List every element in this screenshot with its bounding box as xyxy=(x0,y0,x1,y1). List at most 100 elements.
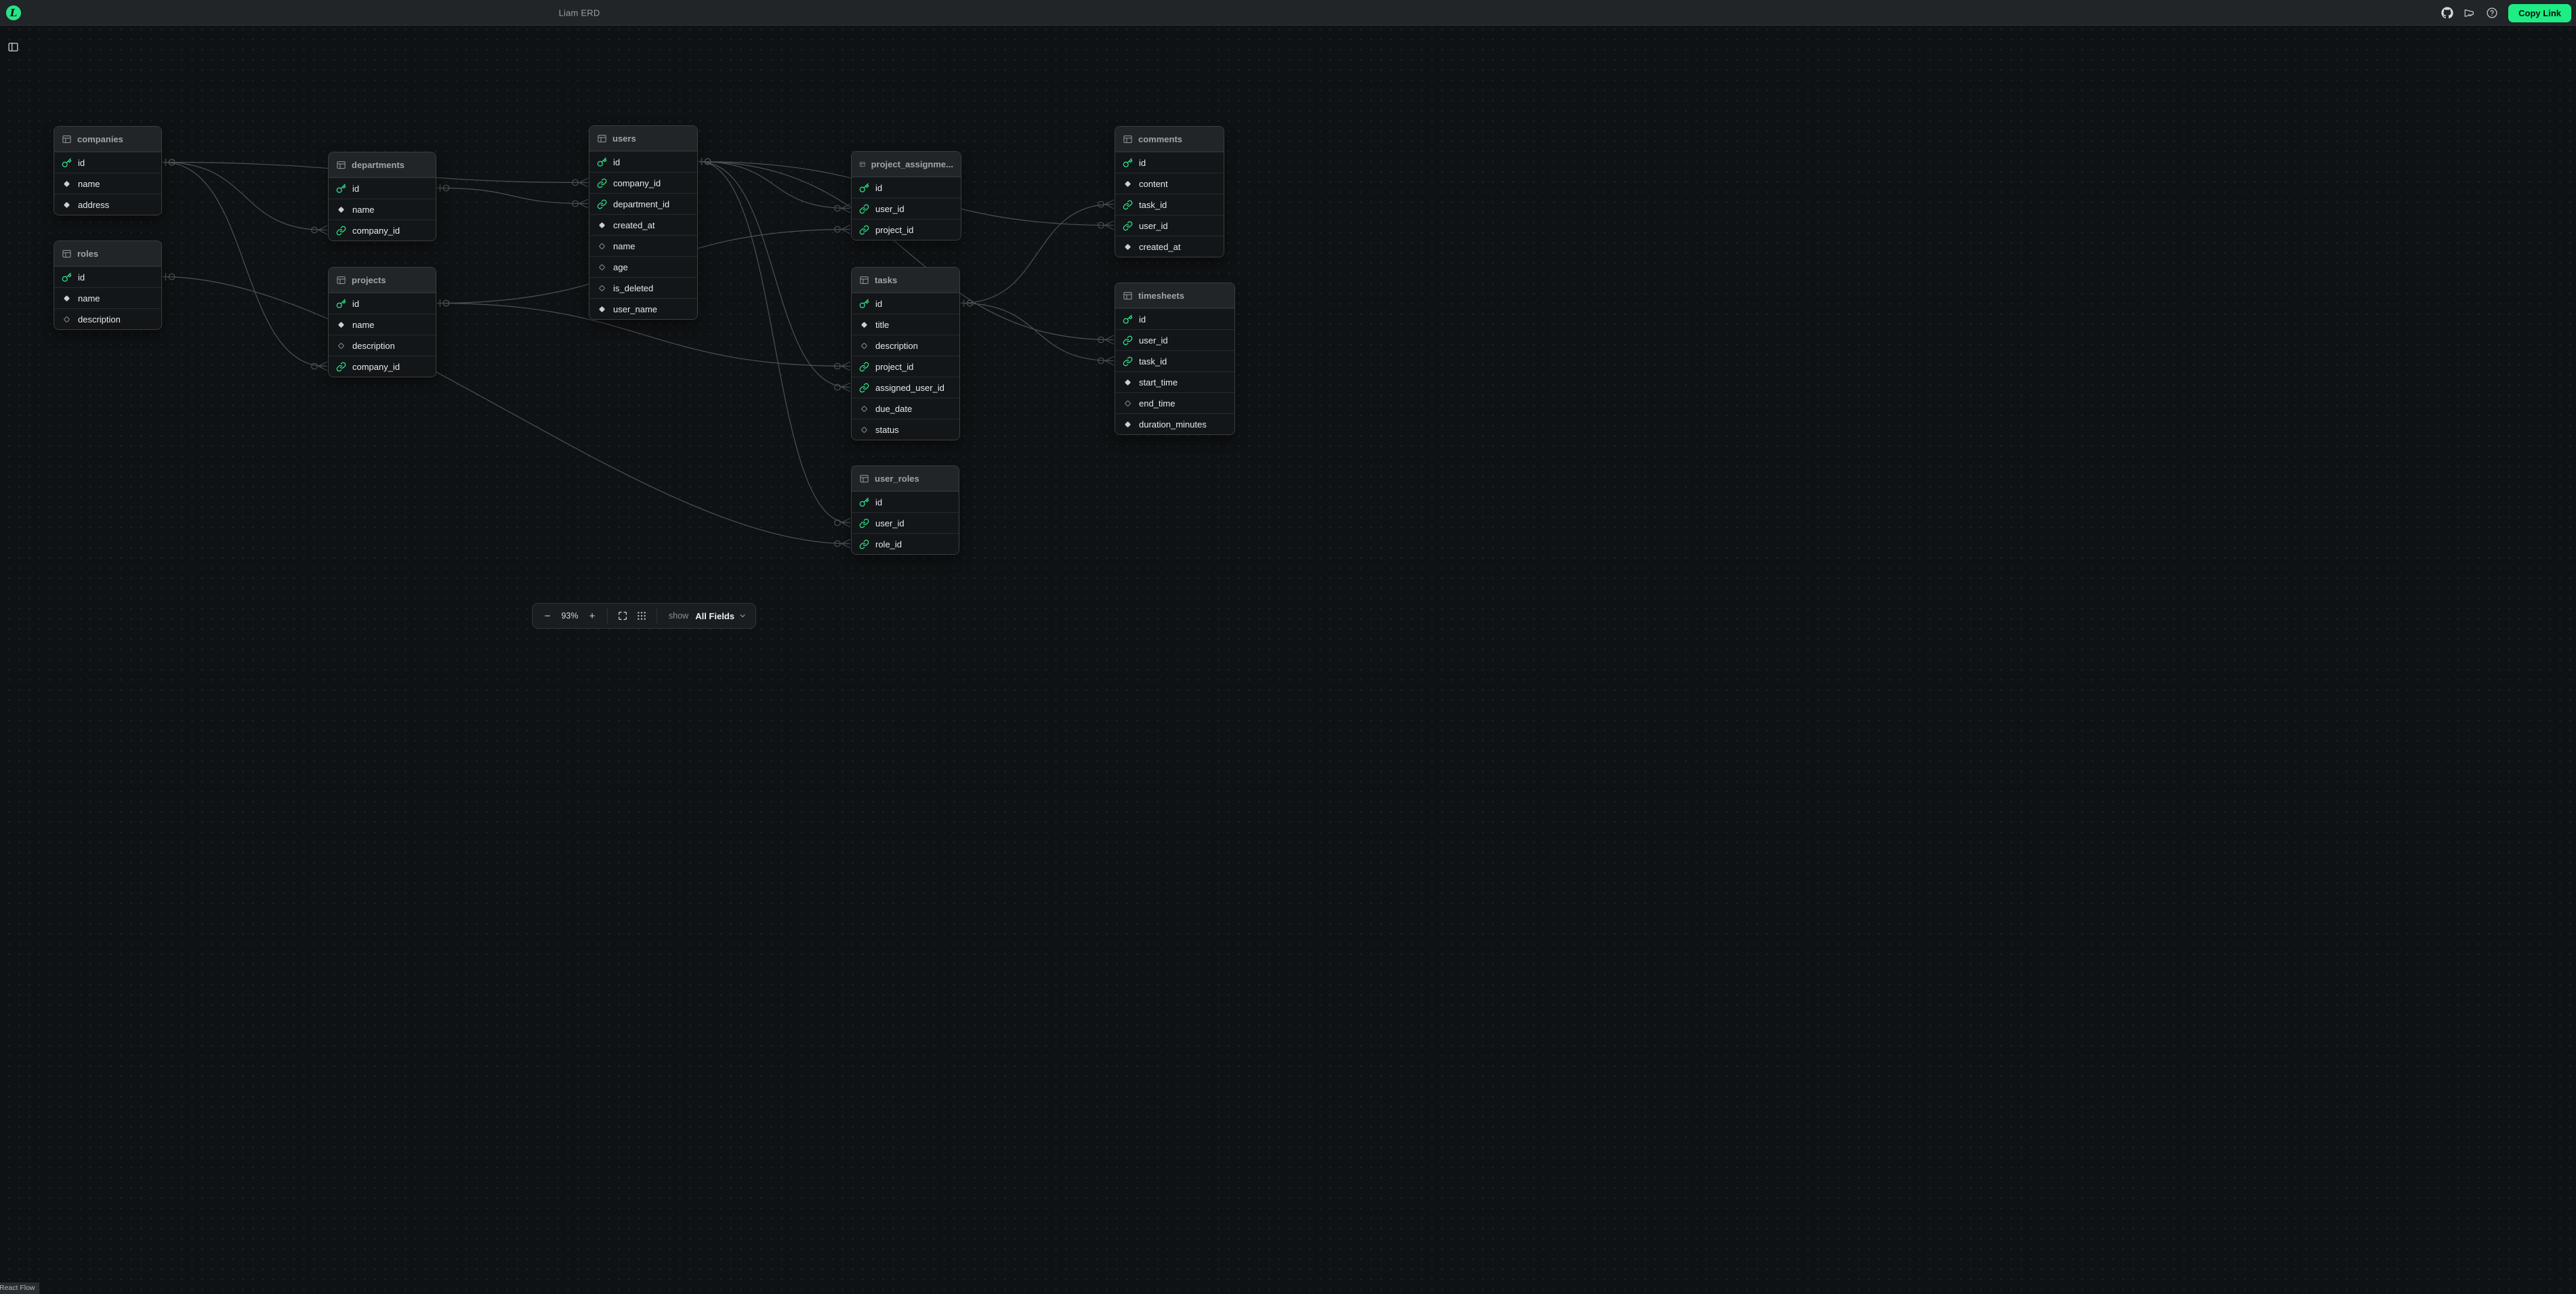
react-flow-attribution[interactable]: React Flow xyxy=(0,1282,39,1294)
field-row-timesheets-id[interactable]: id xyxy=(1115,308,1234,329)
erd-table-project_assignments[interactable]: project_assignme...iduser_idproject_id xyxy=(851,151,961,241)
field-row-roles-id[interactable]: id xyxy=(54,266,161,287)
navbar-actions: Copy Link xyxy=(2441,0,2571,26)
liam-logo-icon[interactable]: L xyxy=(6,5,21,20)
field-row-project_assignments-user_id[interactable]: user_id xyxy=(852,198,961,219)
not-null-diamond-icon xyxy=(598,305,606,314)
field-row-user_roles-id[interactable]: id xyxy=(852,491,959,512)
table-header-tasks[interactable]: tasks xyxy=(852,268,959,293)
edge-marker xyxy=(842,544,850,549)
field-row-users-company_id[interactable]: company_id xyxy=(589,172,697,193)
table-header-users[interactable]: users xyxy=(589,126,697,151)
field-row-projects-name[interactable]: name xyxy=(329,314,436,335)
table-header-roles[interactable]: roles xyxy=(54,241,161,266)
field-row-comments-created_at[interactable]: created_at xyxy=(1115,236,1224,257)
field-row-users-id[interactable]: id xyxy=(589,151,697,172)
field-row-timesheets-user_id[interactable]: user_id xyxy=(1115,329,1234,350)
field-row-departments-id[interactable]: id xyxy=(329,178,436,199)
erd-table-roles[interactable]: rolesidnamedescription xyxy=(54,241,162,330)
field-row-departments-name[interactable]: name xyxy=(329,199,436,220)
field-row-comments-task_id[interactable]: task_id xyxy=(1115,194,1224,215)
field-row-comments-content[interactable]: content xyxy=(1115,173,1224,194)
field-row-project_assignments-project_id[interactable]: project_id xyxy=(852,219,961,240)
table-header-companies[interactable]: companies xyxy=(54,127,161,152)
field-row-users-name[interactable]: name xyxy=(589,235,697,256)
field-row-departments-company_id[interactable]: company_id xyxy=(329,220,436,241)
table-name: users xyxy=(612,133,636,144)
field-row-roles-description[interactable]: description xyxy=(54,308,161,329)
field-row-companies-name[interactable]: name xyxy=(54,173,161,194)
not-null-diamond-icon xyxy=(598,221,606,230)
field-row-tasks-project_id[interactable]: project_id xyxy=(852,356,959,377)
field-row-users-user_name[interactable]: user_name xyxy=(589,298,697,319)
edge-marker xyxy=(705,159,711,165)
edge-marker xyxy=(842,523,850,528)
table-header-project_assignments[interactable]: project_assignme... xyxy=(852,152,961,177)
field-row-users-department_id[interactable]: department_id xyxy=(589,193,697,214)
nullable-diamond-icon xyxy=(1123,399,1132,408)
foreign-key-link-icon xyxy=(1123,335,1133,346)
zoom-in-button[interactable]: + xyxy=(586,608,598,623)
table-header-departments[interactable]: departments xyxy=(329,152,436,178)
field-row-roles-name[interactable]: name xyxy=(54,287,161,308)
edge-marker xyxy=(842,383,850,388)
field-row-comments-id[interactable]: id xyxy=(1115,152,1224,173)
field-row-projects-company_id[interactable]: company_id xyxy=(329,356,436,377)
field-row-tasks-due_date[interactable]: due_date xyxy=(852,398,959,419)
erd-table-users[interactable]: users idcompany_id department_id created_at… xyxy=(589,125,698,320)
field-row-comments-user_id[interactable]: user_id xyxy=(1115,215,1224,236)
table-header-timesheets[interactable]: timesheets xyxy=(1115,283,1234,308)
nullable-diamond-icon xyxy=(598,284,606,293)
show-mode-select[interactable]: All Fields xyxy=(695,611,747,621)
field-row-users-age[interactable]: age xyxy=(589,256,697,277)
erd-table-tasks[interactable]: tasksidtitledescriptionproject_idassigne… xyxy=(851,267,960,440)
field-row-companies-id[interactable]: id xyxy=(54,152,161,173)
edge-marker xyxy=(842,362,850,367)
field-row-companies-address[interactable]: address xyxy=(54,194,161,215)
field-name: department_id xyxy=(613,199,669,209)
field-row-users-created_at[interactable]: created_at xyxy=(589,214,697,235)
table-header-projects[interactable]: projects xyxy=(329,268,436,293)
table-name: companies xyxy=(77,134,123,144)
erd-table-comments[interactable]: commentsidcontenttask_iduser_idcreated_a… xyxy=(1115,126,1224,257)
copy-link-button[interactable]: Copy Link xyxy=(2508,4,2571,22)
field-row-timesheets-duration_minutes[interactable]: duration_minutes xyxy=(1115,413,1234,434)
tidy-up-button[interactable] xyxy=(636,608,648,623)
edge-marker xyxy=(705,159,711,165)
field-row-user_roles-role_id[interactable]: role_id xyxy=(852,533,959,554)
megaphone-icon[interactable] xyxy=(2464,7,2476,19)
field-row-timesheets-task_id[interactable]: task_id xyxy=(1115,350,1234,371)
fit-view-button[interactable] xyxy=(617,608,629,623)
edge-marker xyxy=(842,209,850,213)
table-header-comments[interactable]: comments xyxy=(1115,127,1224,152)
field-row-users-is_deleted[interactable]: is_deleted xyxy=(589,277,697,298)
zoom-out-button[interactable]: − xyxy=(541,608,554,623)
field-row-user_roles-user_id[interactable]: user_id xyxy=(852,512,959,533)
field-row-tasks-title[interactable]: title xyxy=(852,314,959,335)
field-row-timesheets-end_time[interactable]: end_time xyxy=(1115,392,1234,413)
field-name: name xyxy=(352,320,375,330)
table-header-user_roles[interactable]: user_roles xyxy=(852,466,959,491)
field-row-tasks-assigned_user_id[interactable]: assigned_user_id xyxy=(852,377,959,398)
erd-table-user_roles[interactable]: user_rolesiduser_idrole_id xyxy=(851,465,959,555)
panel-left-toggle-button[interactable] xyxy=(4,38,22,56)
field-row-projects-description[interactable]: description xyxy=(329,335,436,356)
foreign-key-link-icon xyxy=(859,539,869,549)
table-icon xyxy=(336,160,346,170)
field-row-timesheets-start_time[interactable]: start_time xyxy=(1115,371,1234,392)
field-row-tasks-description[interactable]: description xyxy=(852,335,959,356)
erd-table-departments[interactable]: departmentsidnamecompany_id xyxy=(328,152,436,241)
field-row-projects-id[interactable]: id xyxy=(329,293,436,314)
foreign-key-link-icon xyxy=(336,226,346,236)
field-row-tasks-id[interactable]: id xyxy=(852,293,959,314)
field-name: user_id xyxy=(1139,335,1168,346)
erd-table-projects[interactable]: projectsid name descriptioncompany_id xyxy=(328,267,436,377)
help-circle-icon[interactable] xyxy=(2486,7,2498,19)
edge-marker xyxy=(1105,205,1114,209)
github-icon[interactable] xyxy=(2441,7,2453,19)
field-row-project_assignments-id[interactable]: id xyxy=(852,177,961,198)
erd-table-timesheets[interactable]: timesheetsid user_id task_idstart_timeend_… xyxy=(1115,283,1235,435)
field-row-tasks-status[interactable]: status xyxy=(852,419,959,440)
erd-canvas[interactable]: companiesidnameaddressrolesidnamedescrip… xyxy=(0,0,2576,1294)
erd-table-companies[interactable]: companies idnameaddress xyxy=(54,126,162,215)
